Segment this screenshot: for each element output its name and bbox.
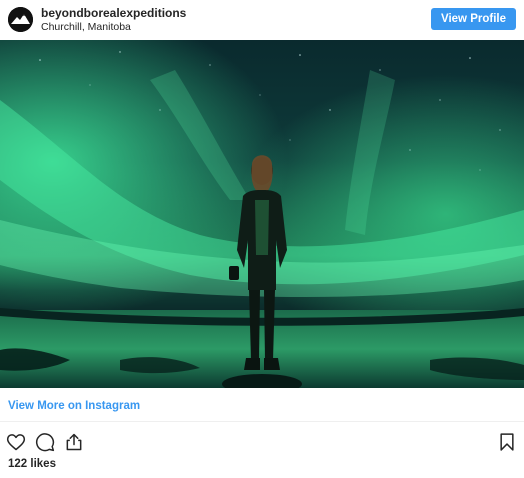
aurora-photo xyxy=(0,40,524,388)
heart-icon[interactable] xyxy=(6,432,26,452)
username[interactable]: beyondborealexpeditions xyxy=(41,6,186,20)
divider xyxy=(0,421,524,422)
view-more-link[interactable]: View More on Instagram xyxy=(8,400,140,412)
likes-count[interactable]: 122 likes xyxy=(8,458,56,470)
location-label[interactable]: Churchill, Manitoba xyxy=(41,21,131,33)
post-photo[interactable] xyxy=(0,40,524,388)
bookmark-icon[interactable] xyxy=(497,432,517,452)
comment-bubble-icon[interactable] xyxy=(35,432,55,452)
mountain-logo-icon xyxy=(8,7,33,32)
view-profile-button[interactable]: View Profile xyxy=(431,8,516,30)
share-upload-icon[interactable] xyxy=(64,432,84,452)
instagram-embed: beyondborealexpeditions Churchill, Manit… xyxy=(0,0,524,478)
avatar[interactable] xyxy=(8,7,33,32)
post-header: beyondborealexpeditions Churchill, Manit… xyxy=(0,0,524,40)
